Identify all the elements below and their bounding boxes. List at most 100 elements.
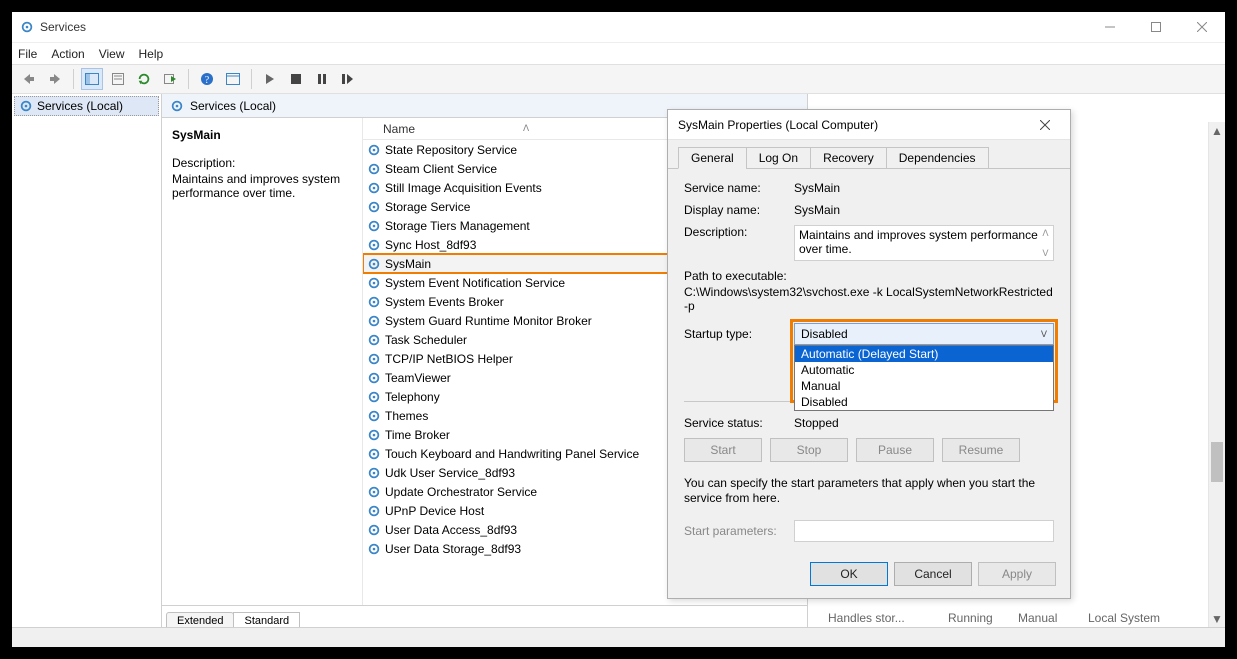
statusbar <box>12 627 1225 647</box>
restart-icon[interactable] <box>337 68 359 90</box>
menubar: File Action View Help <box>12 42 1225 64</box>
peek-row: Handles stor... Running Manual Local Sys… <box>828 611 1198 625</box>
titlebar: Services <box>12 12 1225 42</box>
tab-dependencies[interactable]: Dependencies <box>886 147 989 169</box>
pause-icon[interactable] <box>311 68 333 90</box>
scroll-down-icon[interactable]: ᐯ <box>1042 246 1048 260</box>
gear-icon <box>367 181 381 195</box>
display-name-value: SysMain <box>794 203 1054 217</box>
services-window: Services File Action View Help ? <box>12 12 1225 647</box>
menu-file[interactable]: File <box>18 47 37 61</box>
scroll-up-icon[interactable]: ▲ <box>1209 122 1225 139</box>
gear-icon <box>367 504 381 518</box>
back-icon[interactable] <box>18 68 40 90</box>
export-icon[interactable] <box>159 68 181 90</box>
show-hide-tree-icon[interactable] <box>81 68 103 90</box>
gear-icon <box>367 447 381 461</box>
close-button[interactable] <box>1179 12 1225 42</box>
play-icon[interactable] <box>259 68 281 90</box>
tab-standard[interactable]: Standard <box>233 612 300 627</box>
gear-icon <box>367 352 381 366</box>
menu-help[interactable]: Help <box>139 47 164 61</box>
scroll-thumb[interactable] <box>1211 442 1223 482</box>
service-status-value: Stopped <box>794 416 839 430</box>
gear-icon <box>367 409 381 423</box>
help-text: You can specify the start parameters tha… <box>684 476 1054 506</box>
chevron-down-icon: ᐯ <box>1041 329 1047 340</box>
toolbar: ? <box>12 64 1225 94</box>
service-name: Still Image Acquisition Events <box>385 181 542 195</box>
service-name: Task Scheduler <box>385 333 467 347</box>
properties-dialog: SysMain Properties (Local Computer) Gene… <box>667 109 1071 599</box>
path-to-exe-value: C:\Windows\system32\svchost.exe -k Local… <box>684 285 1054 313</box>
scroll-up-icon[interactable]: ᐱ <box>1042 226 1048 240</box>
tab-recovery[interactable]: Recovery <box>810 147 887 169</box>
ok-button[interactable]: OK <box>810 562 888 586</box>
tab-general[interactable]: General <box>678 147 747 169</box>
service-name: SysMain <box>385 257 431 271</box>
column-icon[interactable] <box>222 68 244 90</box>
service-name: Sync Host_8df93 <box>385 238 476 252</box>
gear-icon <box>367 200 381 214</box>
dialog-close-button[interactable] <box>1030 110 1060 140</box>
sort-indicator-icon: ᐱ <box>523 123 529 134</box>
gear-icon <box>367 238 381 252</box>
scroll-down-icon[interactable]: ▼ <box>1209 610 1225 627</box>
service-name: TeamViewer <box>385 371 451 385</box>
startup-option[interactable]: Manual <box>795 378 1053 394</box>
path-to-exe-label: Path to executable: <box>684 269 1054 283</box>
apply-button[interactable]: Apply <box>978 562 1056 586</box>
stop-icon[interactable] <box>285 68 307 90</box>
menu-view[interactable]: View <box>99 47 125 61</box>
service-name: System Event Notification Service <box>385 276 565 290</box>
svg-text:?: ? <box>205 75 210 86</box>
service-name: Themes <box>385 409 428 423</box>
gear-icon <box>367 390 381 404</box>
startup-option[interactable]: Automatic <box>795 362 1053 378</box>
selected-service-description: Maintains and improves system performanc… <box>172 172 352 200</box>
stop-button[interactable]: Stop <box>770 438 848 462</box>
service-name: User Data Access_8df93 <box>385 523 517 537</box>
gear-icon <box>367 542 381 556</box>
service-name: Touch Keyboard and Handwriting Panel Ser… <box>385 447 639 461</box>
tab-log-on[interactable]: Log On <box>746 147 811 169</box>
dialog-title: SysMain Properties (Local Computer) <box>678 118 878 132</box>
gear-icon <box>367 466 381 480</box>
gear-icon <box>367 428 381 442</box>
cancel-button[interactable]: Cancel <box>894 562 972 586</box>
gear-icon <box>367 162 381 176</box>
dialog-body: Service name: SysMain Display name: SysM… <box>668 169 1070 554</box>
center-title: Services (Local) <box>190 99 276 113</box>
app-icon <box>20 20 34 34</box>
tab-extended[interactable]: Extended <box>166 612 234 627</box>
help-icon[interactable]: ? <box>196 68 218 90</box>
startup-type-dropdown: Automatic (Delayed Start) Automatic Manu… <box>794 345 1054 411</box>
pause-button[interactable]: Pause <box>856 438 934 462</box>
tree-root-services-local[interactable]: Services (Local) <box>14 96 159 116</box>
properties-icon[interactable] <box>107 68 129 90</box>
vertical-scrollbar[interactable]: ▲ ▼ <box>1208 122 1225 627</box>
startup-option[interactable]: Disabled <box>795 394 1053 410</box>
description-label: Description: <box>684 225 794 239</box>
service-name: Time Broker <box>385 428 450 442</box>
startup-type-select[interactable]: Disabled ᐯ <box>794 323 1054 345</box>
service-name: Storage Tiers Management <box>385 219 530 233</box>
description-textbox[interactable]: Maintains and improves system performanc… <box>794 225 1054 261</box>
gear-icon <box>367 143 381 157</box>
gear-icon <box>170 99 184 113</box>
gear-icon <box>367 371 381 385</box>
tree-pane: Services (Local) <box>12 94 162 627</box>
tree-root-label: Services (Local) <box>37 99 123 113</box>
description-pane: SysMain Description: Maintains and impro… <box>162 118 362 605</box>
startup-option[interactable]: Automatic (Delayed Start) <box>795 346 1053 362</box>
forward-icon[interactable] <box>44 68 66 90</box>
maximize-button[interactable] <box>1133 12 1179 42</box>
menu-action[interactable]: Action <box>51 47 84 61</box>
view-tabs: Extended Standard <box>162 605 807 627</box>
refresh-icon[interactable] <box>133 68 155 90</box>
service-name: UPnP Device Host <box>385 504 484 518</box>
resume-button[interactable]: Resume <box>942 438 1020 462</box>
start-button[interactable]: Start <box>684 438 762 462</box>
minimize-button[interactable] <box>1087 12 1133 42</box>
start-parameters-input[interactable] <box>794 520 1054 542</box>
